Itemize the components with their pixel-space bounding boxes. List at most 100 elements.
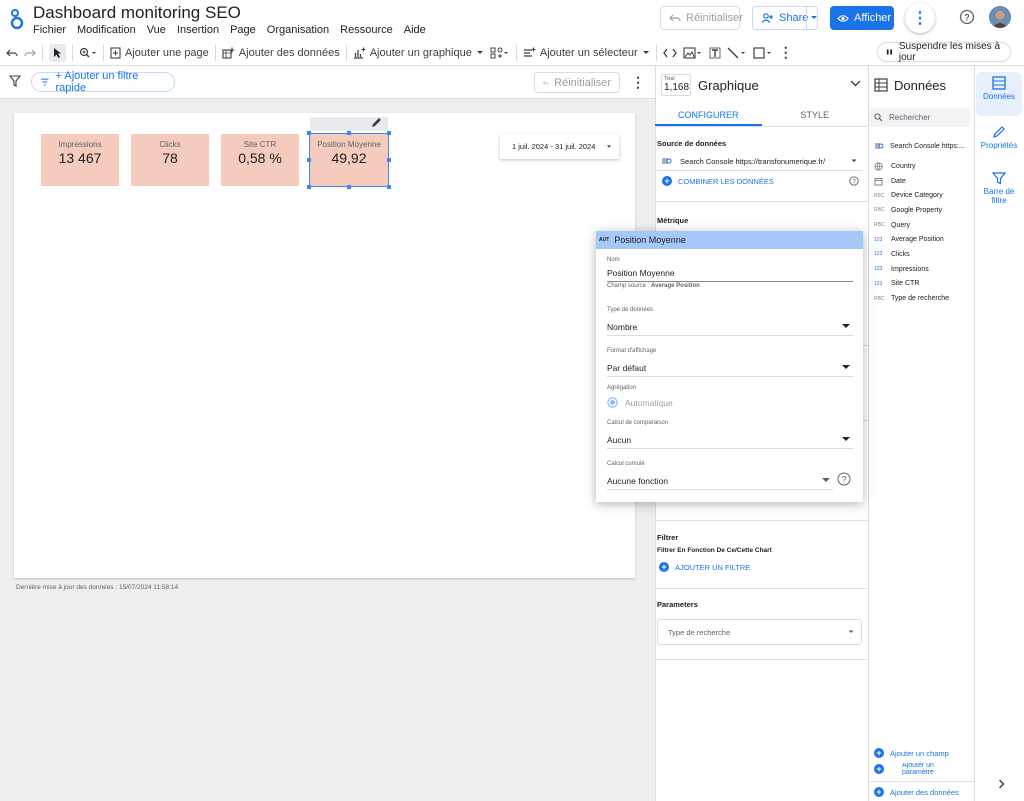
share-dropdown-button[interactable] — [806, 6, 820, 30]
add-data-source-button[interactable]: + Ajouter des données — [874, 787, 959, 797]
data-source-item[interactable]: Search Console https:... — [874, 141, 965, 151]
help-icon[interactable]: ? — [837, 472, 851, 486]
menu-file[interactable]: Fichier — [33, 24, 66, 36]
aggregation-label: Agrégation — [607, 385, 637, 391]
text-icon[interactable] — [709, 47, 721, 59]
chevron-down-icon — [848, 630, 854, 633]
data-type-select[interactable]: Nombre — [607, 318, 853, 336]
resize-handle[interactable] — [387, 131, 391, 135]
add-parameter-label: Ajouter un paramètre — [902, 763, 934, 775]
blend-data-button[interactable]: + COMBINER LES DONNÉES — [662, 176, 774, 186]
menu-insert[interactable]: Insertion — [177, 24, 219, 36]
field-item[interactable]: RBC Google Property — [874, 203, 972, 218]
resize-handle[interactable] — [307, 131, 311, 135]
resize-handle[interactable] — [387, 158, 391, 162]
field-item[interactable]: RBC Type de recherche — [874, 291, 972, 306]
filter-more-icon[interactable]: ⋮ — [631, 74, 645, 91]
chevron-down-icon[interactable] — [850, 80, 861, 87]
data-search-input[interactable]: Rechercher — [869, 108, 970, 127]
add-quick-filter-button[interactable]: + Ajouter un filtre rapide — [31, 70, 175, 94]
rail-data-button[interactable]: Données — [976, 72, 1022, 116]
menu-arrange[interactable]: Organisation — [267, 24, 329, 36]
add-chart-button[interactable]: Ajouter un graphique — [353, 47, 484, 59]
filter-section-title: Filtrer — [657, 533, 679, 542]
menu-view[interactable]: Vue — [147, 24, 166, 36]
menu-page[interactable]: Page — [230, 24, 256, 36]
filter-icon[interactable] — [9, 75, 21, 87]
line-icon[interactable] — [727, 47, 747, 59]
add-field-button[interactable]: + Ajouter un champ — [874, 748, 949, 758]
name-input[interactable]: Position Moyenne — [607, 264, 853, 282]
scorecard-impressions[interactable]: Impressions 13 467 — [41, 134, 119, 186]
reset-button[interactable]: Réinitialiser — [660, 6, 743, 30]
community-viz-icon[interactable] — [490, 47, 510, 59]
comparison-select[interactable]: Aucun — [607, 431, 853, 449]
more-options-icon[interactable]: ⋮ — [905, 3, 935, 33]
add-data-button[interactable]: Ajouter des données — [222, 47, 340, 59]
date-range-picker[interactable]: 1 juil. 2024 - 31 juil. 2024 — [500, 134, 619, 159]
pause-updates-label: Suspendre les mises à jour — [898, 41, 1001, 63]
more-tools-icon[interactable]: ⋮ — [779, 44, 793, 61]
tab-style[interactable]: STYLE — [762, 103, 869, 126]
scorecard-site-ctr[interactable]: Site CTR 0,58 % — [221, 134, 299, 186]
select-tool-icon[interactable] — [49, 43, 66, 62]
field-name: Type de recherche — [891, 295, 949, 303]
looker-studio-logo-icon[interactable] — [8, 6, 26, 32]
display-format-select[interactable]: Par défaut — [607, 359, 853, 377]
add-control-button[interactable]: Ajouter un sélecteur — [523, 47, 650, 59]
chevron-down-icon — [607, 145, 612, 147]
cumulative-select[interactable]: Aucune fonction — [607, 472, 833, 490]
add-page-button[interactable]: Ajouter une page — [110, 47, 209, 59]
resize-handle[interactable] — [307, 158, 311, 162]
rail-properties-button[interactable]: Propriétés — [976, 121, 1022, 165]
scorecard-label: Impressions — [58, 140, 102, 149]
view-button[interactable]: Afficher — [830, 6, 894, 30]
field-name: Clicks — [891, 250, 910, 258]
report-title[interactable]: Dashboard monitoring SEO — [33, 3, 241, 23]
parameter-select[interactable]: Type de recherche — [657, 619, 862, 645]
add-filter-label: AJOUTER UN FILTRE — [675, 562, 751, 572]
menu-edit[interactable]: Modification — [77, 24, 136, 36]
field-item[interactable]: Date — [874, 174, 972, 189]
code-embed-icon[interactable] — [662, 48, 677, 58]
shape-icon[interactable] — [753, 46, 773, 59]
data-panel-title: Données — [894, 78, 947, 93]
field-item[interactable]: 123 Site CTR — [874, 277, 972, 292]
toolbar: Ajouter une page Ajouter des données Ajo… — [0, 40, 1024, 66]
field-item[interactable]: RBC Query — [874, 218, 972, 233]
scorecard-clicks[interactable]: Clicks 78 — [131, 134, 209, 186]
resize-handle[interactable] — [347, 131, 351, 135]
pause-updates-button[interactable]: Suspendre les mises à jour — [877, 41, 1011, 63]
rail-filter-bar-button[interactable]: Barre de filtre — [976, 167, 1022, 219]
field-item[interactable]: 123 Impressions — [874, 262, 972, 277]
chart-type-badge[interactable]: Total 1,168 — [661, 74, 691, 96]
undo-icon[interactable] — [6, 48, 18, 58]
resize-handle[interactable] — [387, 185, 391, 189]
aggregation-radio[interactable]: Automatique — [607, 397, 673, 408]
resize-handle[interactable] — [307, 185, 311, 189]
redo-icon[interactable] — [24, 48, 36, 58]
image-icon[interactable] — [683, 46, 703, 59]
menu-help[interactable]: Aide — [404, 24, 426, 36]
field-item[interactable]: RBC Device Category — [874, 188, 972, 203]
add-control-label: Ajouter un sélecteur — [539, 46, 638, 59]
avatar[interactable] — [989, 6, 1011, 28]
component-edit-tab[interactable] — [310, 117, 388, 131]
resize-handle[interactable] — [347, 185, 351, 189]
filter-icon — [992, 172, 1006, 185]
tab-configure[interactable]: CONFIGURER — [655, 103, 762, 126]
help-icon[interactable]: ? — [959, 9, 975, 25]
add-parameter-button[interactable]: + Ajouter un paramètre — [874, 763, 962, 775]
add-filter-button[interactable]: + AJOUTER UN FILTRE — [659, 562, 750, 572]
svg-text:?: ? — [964, 13, 970, 23]
field-item[interactable]: 123 Clicks — [874, 247, 972, 262]
selection-frame[interactable] — [307, 131, 391, 189]
help-icon[interactable]: ? — [849, 176, 859, 186]
zoom-icon[interactable] — [79, 47, 97, 59]
chevron-right-icon[interactable] — [998, 779, 1005, 789]
field-item[interactable]: 123 Average Position — [874, 232, 972, 247]
reset-filters-button[interactable]: Réinitialiser — [534, 72, 620, 93]
data-source-select[interactable]: Search Console https://transfonumerique.… — [657, 152, 862, 171]
field-item[interactable]: Country — [874, 159, 972, 174]
menu-resource[interactable]: Ressource — [340, 24, 393, 36]
